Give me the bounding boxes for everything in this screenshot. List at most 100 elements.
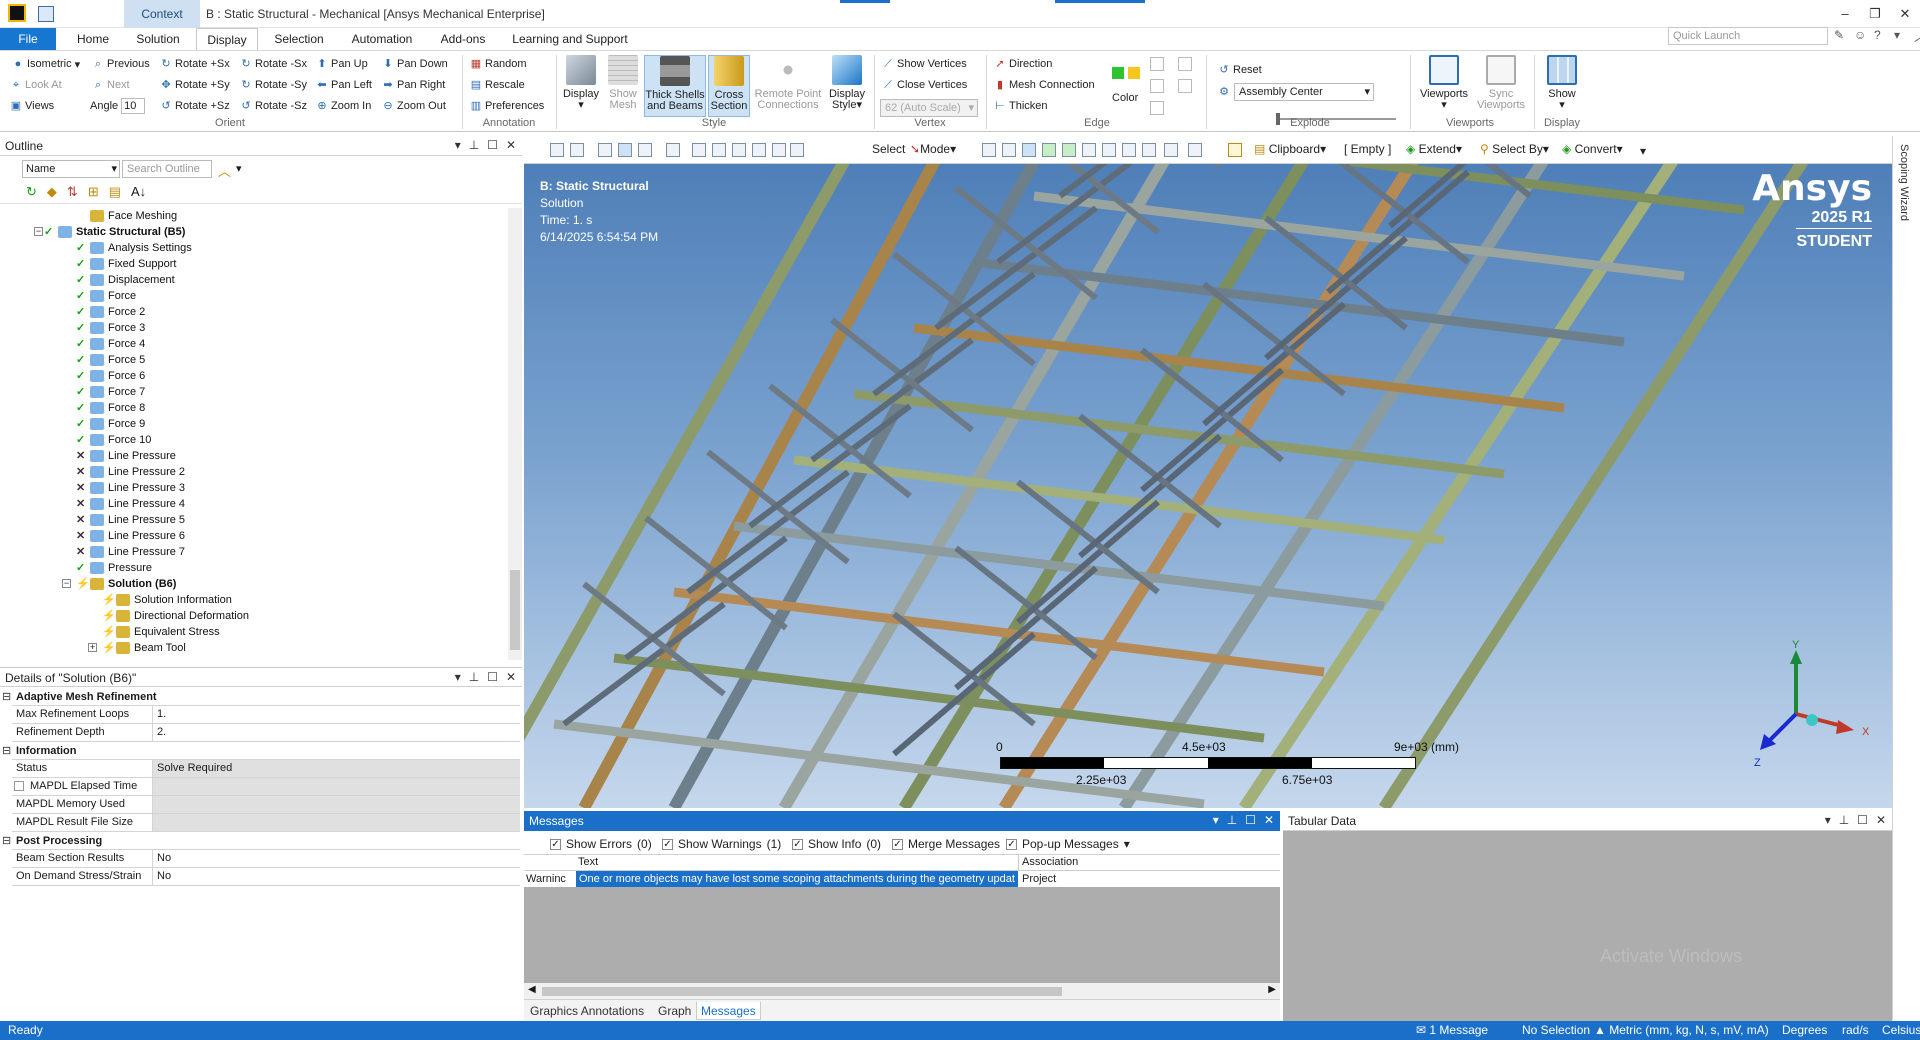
tree-item[interactable]: ✓ Static Structural (B5) [44, 224, 185, 240]
pan-left-button[interactable]: ⬅ Pan Left [316, 76, 372, 94]
pan-icon[interactable] [692, 143, 706, 157]
views-button[interactable]: ▣ Views [10, 97, 54, 115]
checkbox-icon[interactable]: ✓ [892, 838, 903, 850]
tree-item[interactable]: ✕ Line Pressure 3 [76, 480, 185, 496]
assembly-center-dropdown[interactable]: Assembly Center ▾ [1234, 83, 1374, 101]
tree-item[interactable]: ✓ Force 9 [76, 416, 145, 432]
thick-shells-beams-button[interactable]: Thick Shells and Beams [644, 55, 706, 117]
wireframe-icon[interactable] [638, 143, 652, 157]
tree-item[interactable]: ✓ Force 10 [76, 432, 151, 448]
tree-item[interactable]: ✓ Force 6 [76, 368, 145, 384]
edge-option-icon[interactable] [1150, 57, 1164, 71]
preferences-button[interactable]: ▥ Preferences [470, 97, 545, 115]
merge-messages-toggle[interactable]: ✓ Merge Messages [892, 837, 1000, 851]
pan-up-button[interactable]: ⬆ Pan Up [316, 55, 367, 73]
quick-launch-input[interactable]: Quick Launch [1668, 27, 1828, 45]
edge-option-icon[interactable] [1150, 101, 1164, 115]
details-row[interactable]: MAPDL Elapsed Time [12, 778, 520, 796]
message-row[interactable]: Warninc One or more objects may have los… [524, 871, 1280, 887]
details-value[interactable]: No [152, 850, 520, 867]
scroll-right-icon[interactable]: ▶ [1268, 984, 1276, 995]
graphics-viewport[interactable]: B: Static Structural Solution Time: 1. s… [524, 164, 1892, 808]
clipboard-button[interactable]: ▤ Clipboard▾ [1254, 142, 1326, 156]
select-by-button[interactable]: ⚲ Select By▾ [1480, 142, 1549, 156]
restore-icon[interactable]: ❐ [1860, 0, 1890, 28]
select-mesh-icon[interactable] [1122, 143, 1136, 157]
alphabetical-sort-icon[interactable]: A↓ [131, 184, 146, 200]
details-row[interactable]: Status Solve Required [12, 760, 520, 778]
qat-dropdown-icon[interactable] [58, 6, 66, 22]
details-group-header[interactable]: Post Processing [12, 832, 520, 850]
pin-icon[interactable]: ⊥ [1227, 813, 1237, 827]
direction-button[interactable]: ➚ Direction [994, 55, 1052, 73]
tree-item[interactable]: ✓ Force 7 [76, 384, 145, 400]
tree-item[interactable]: ⚡ Beam Tool [102, 640, 186, 656]
close-icon[interactable]: ✕ [506, 670, 516, 684]
tag-icon[interactable]: ◆ [47, 184, 57, 200]
select-coordinate-icon[interactable] [1164, 143, 1178, 157]
details-row[interactable]: On Demand Stress/Strain No [12, 868, 520, 886]
details-row[interactable]: Max Refinement Loops 1. [12, 706, 520, 724]
look-at-button[interactable]: ⌖ Look At [10, 76, 62, 94]
zoom-out-button[interactable]: ⊖ Zoom Out [382, 97, 446, 115]
scoping-wizard-label[interactable]: Scoping Wizard [1898, 144, 1910, 221]
tree-item[interactable]: ✓ Force 4 [76, 336, 145, 352]
group-collapse-icon[interactable]: ⊟ [2, 688, 12, 706]
checkbox-icon[interactable]: ✓ [792, 838, 803, 850]
status-angle-units[interactable]: Degrees [1782, 1021, 1827, 1040]
close-vertices-button[interactable]: ⟋ Close Vertices [882, 76, 967, 94]
select-vertex-icon[interactable] [982, 143, 996, 157]
checkbox-icon[interactable]: ✓ [662, 838, 673, 850]
rotate-pz-button[interactable]: ↺ Rotate +Sz [160, 97, 229, 115]
tree-item[interactable]: ✓ Force 2 [76, 304, 145, 320]
dropdown-icon[interactable]: ▾ [1894, 28, 1908, 42]
zoom-out-icon[interactable] [570, 143, 584, 157]
tab-add-ons[interactable]: Add-ons [430, 28, 496, 50]
tree-item[interactable]: ✓ Force 8 [76, 400, 145, 416]
tab-messages[interactable]: Messages [696, 1002, 761, 1020]
popup-messages-toggle[interactable]: ✓ Pop-up Messages ▾ [1006, 837, 1130, 851]
tab-graphics-annotations[interactable]: Graphics Annotations [530, 1004, 644, 1018]
search-outline-input[interactable]: Search Outline [122, 160, 212, 178]
previous-button[interactable]: ⌕ Previous [92, 55, 150, 73]
tab-file[interactable]: File [0, 28, 56, 50]
show-vertices-button[interactable]: ⟋ Show Vertices [882, 55, 967, 73]
extend-button[interactable]: ◈ Extend▾ [1406, 142, 1462, 156]
pan-right-button[interactable]: ➡ Pan Right [382, 76, 445, 94]
sort-icon[interactable]: ⇅ [67, 184, 78, 200]
pan-down-button[interactable]: ⬇ Pan Down [382, 55, 447, 73]
rotate-my-button[interactable]: ↻ Rotate -Sy [240, 76, 307, 94]
details-group-header[interactable]: Adaptive Mesh Refinement [12, 688, 520, 706]
messages-hscroll-thumb[interactable] [542, 987, 1062, 996]
tree-item[interactable]: ⚡ Equivalent Stress [102, 624, 220, 640]
tree-item[interactable]: ✓ Pressure [76, 560, 152, 576]
tree-scrollbar-thumb[interactable] [510, 570, 520, 650]
show-mesh-button[interactable]: Show Mesh [604, 55, 642, 111]
rescale-button[interactable]: ▤ Rescale [470, 76, 525, 94]
search-up-icon[interactable]: ︿ [218, 161, 231, 180]
maximize-icon[interactable]: ☐ [487, 670, 498, 684]
convert-button[interactable]: ◈ Convert▾ [1562, 142, 1623, 156]
search-options-icon[interactable]: ▾ [236, 162, 242, 175]
zoom-icon[interactable] [712, 143, 726, 157]
refresh-icon[interactable]: ↻ [26, 184, 37, 200]
maximize-icon[interactable]: ☐ [1857, 813, 1868, 827]
dropdown-icon[interactable]: ▾ [455, 670, 461, 684]
tab-home[interactable]: Home [66, 28, 120, 50]
mode-button[interactable]: ➘Mode▾ [910, 142, 956, 156]
col-text[interactable]: Text [578, 856, 598, 868]
shaded-icon[interactable] [618, 143, 632, 157]
close-icon[interactable]: ✕ [1264, 813, 1274, 827]
select-button[interactable]: Select [872, 142, 905, 156]
angle-input[interactable]: 10 [121, 98, 146, 114]
show-info-toggle[interactable]: ✓ Show Info (0) [792, 837, 881, 851]
zoom-in-icon[interactable] [550, 143, 564, 157]
tree-item[interactable]: ✕ Line Pressure 2 [76, 464, 185, 480]
close-icon[interactable]: ✕ [506, 138, 516, 152]
display-style-button[interactable]: Display Style▾ [826, 55, 868, 111]
details-value[interactable] [152, 796, 520, 813]
select-body-icon[interactable] [1042, 143, 1056, 157]
details-group-header[interactable]: Information [12, 742, 520, 760]
tree-expand-icon[interactable]: − [62, 579, 71, 588]
sync-viewports-button[interactable]: Sync Viewports [1476, 55, 1526, 111]
